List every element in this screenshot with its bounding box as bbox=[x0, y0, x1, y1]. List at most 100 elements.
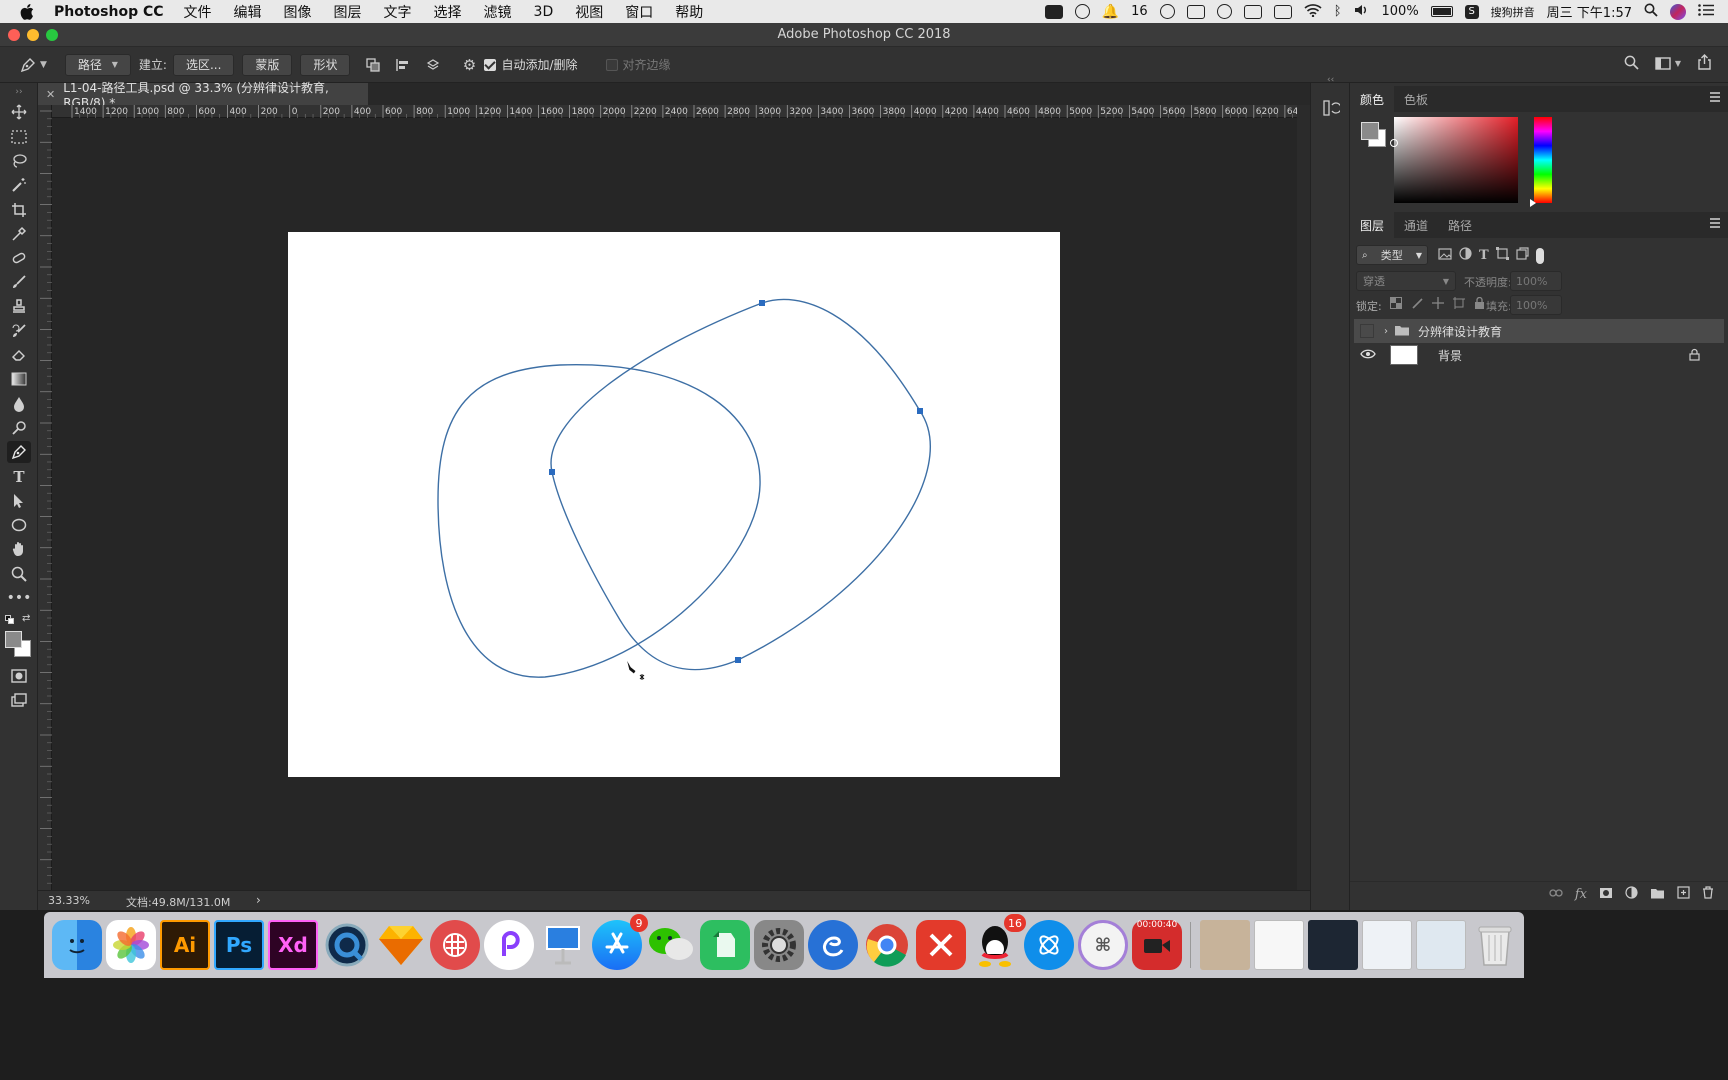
filter-type-icon[interactable]: T bbox=[1479, 248, 1489, 263]
hand-tool-icon[interactable] bbox=[7, 538, 31, 560]
new-layer-icon[interactable] bbox=[1677, 886, 1690, 903]
swap-colors-icon[interactable]: ⇄ bbox=[22, 613, 30, 624]
menu-window[interactable]: 窗口 bbox=[625, 2, 653, 22]
make-mask-button[interactable]: 蒙版 bbox=[242, 53, 293, 76]
collapse-toolbar-icon[interactable]: ›› bbox=[7, 87, 31, 97]
bluetooth-icon[interactable]: ᛒ bbox=[1334, 4, 1342, 19]
menu-image[interactable]: 图像 bbox=[284, 2, 312, 22]
vertical-ruler[interactable] bbox=[38, 105, 52, 890]
auto-add-delete-checkbox[interactable] bbox=[484, 58, 497, 71]
filter-adjustment-icon[interactable] bbox=[1459, 247, 1472, 264]
creative-cloud-icon[interactable] bbox=[1159, 4, 1175, 19]
dock-stack-screenshot-5[interactable] bbox=[1416, 920, 1466, 970]
make-selection-button[interactable]: 选区... bbox=[172, 53, 235, 76]
document-tab[interactable]: ✕ L1-04-路径工具.psd @ 33.3% (分辨律设计教育, RGB/8… bbox=[38, 81, 368, 110]
dock-finder-icon[interactable] bbox=[52, 920, 102, 970]
tab-channels[interactable]: 通道 bbox=[1394, 212, 1438, 238]
menu-view[interactable]: 视图 bbox=[575, 2, 603, 22]
history-brush-tool-icon[interactable] bbox=[7, 320, 31, 342]
dock-stack-screenshot-3[interactable] bbox=[1308, 920, 1358, 970]
make-shape-button[interactable]: 形状 bbox=[300, 53, 351, 76]
pen-tool-button[interactable] bbox=[7, 441, 31, 463]
collapse-panels-icon[interactable]: ‹‹ bbox=[1327, 75, 1334, 85]
crop-tool-icon[interactable] bbox=[7, 199, 31, 221]
magic-wand-tool-icon[interactable] bbox=[7, 174, 31, 196]
brush-tool-icon[interactable] bbox=[7, 271, 31, 293]
tab-swatches[interactable]: 色板 bbox=[1394, 86, 1438, 112]
tab-layers[interactable]: 图层 bbox=[1350, 212, 1395, 238]
battery-icon[interactable] bbox=[1430, 6, 1453, 17]
dock-picsart-icon[interactable] bbox=[484, 920, 534, 970]
screen-mode-icon[interactable] bbox=[7, 689, 31, 711]
dock-qq-icon[interactable]: 16 bbox=[970, 914, 1026, 970]
vertical-scrollbar[interactable] bbox=[1297, 105, 1310, 890]
history-panel-icon[interactable] bbox=[1322, 99, 1342, 121]
blur-tool-icon[interactable] bbox=[7, 393, 31, 415]
search-icon[interactable] bbox=[1624, 55, 1639, 73]
healing-brush-tool-icon[interactable] bbox=[7, 247, 31, 269]
siri-icon[interactable] bbox=[1670, 3, 1686, 20]
tool-preset-picker[interactable]: ▼ bbox=[20, 57, 47, 73]
grid-icon[interactable] bbox=[1273, 4, 1292, 19]
layer-name[interactable]: 分辨律设计教育 bbox=[1418, 323, 1502, 340]
hue-slider-handle[interactable] bbox=[1530, 199, 1536, 207]
adjustment-layer-icon[interactable] bbox=[1625, 886, 1638, 903]
workspace-switcher-icon[interactable]: ▼ bbox=[1655, 57, 1681, 70]
menu-edit[interactable]: 编辑 bbox=[234, 2, 262, 22]
layer-row-background[interactable]: 背景 bbox=[1354, 343, 1724, 367]
status-menu-arrow-icon[interactable]: › bbox=[256, 893, 261, 907]
opacity-field[interactable]: 100% bbox=[1510, 271, 1562, 291]
fill-field[interactable]: 100% bbox=[1510, 295, 1562, 315]
volume-icon[interactable] bbox=[1354, 3, 1370, 21]
menu-select[interactable]: 选择 bbox=[434, 2, 462, 22]
input-method-icon[interactable]: S bbox=[1464, 4, 1479, 19]
menu-file[interactable]: 文件 bbox=[184, 2, 212, 22]
dock-wps-icon[interactable] bbox=[916, 920, 966, 970]
link-layers-icon[interactable] bbox=[1549, 887, 1563, 902]
record-icon[interactable] bbox=[1216, 4, 1232, 19]
zoom-level[interactable]: 33.33% bbox=[48, 894, 90, 907]
dock-app-store-icon[interactable]: 9 bbox=[592, 914, 648, 970]
dock-photos-icon[interactable] bbox=[106, 920, 156, 970]
layer-style-icon[interactable]: fx bbox=[1575, 887, 1587, 902]
spotlight-search-icon[interactable] bbox=[1644, 3, 1658, 21]
layer-filter-select[interactable]: ⌕ 类型 ▼ bbox=[1356, 245, 1428, 265]
menu-3d[interactable]: 3D bbox=[534, 4, 554, 20]
lock-all-icon[interactable] bbox=[1474, 296, 1485, 313]
gear-icon[interactable]: ⚙ bbox=[458, 54, 480, 76]
zoom-tool-icon[interactable] bbox=[7, 563, 31, 585]
dock-wechat-icon[interactable] bbox=[646, 920, 696, 970]
delete-layer-icon[interactable] bbox=[1702, 886, 1714, 903]
dock-shortcuts-icon[interactable]: ⌘ bbox=[1078, 920, 1128, 970]
dock-stack-screenshot-2[interactable] bbox=[1254, 920, 1304, 970]
lock-position-icon[interactable] bbox=[1432, 297, 1444, 313]
default-colors-icon[interactable] bbox=[5, 615, 15, 625]
dock-keynote-icon[interactable] bbox=[538, 920, 588, 970]
panel-menu-icon[interactable] bbox=[1710, 218, 1720, 228]
foreground-color-swatch[interactable] bbox=[5, 631, 22, 648]
add-mask-icon[interactable] bbox=[1599, 887, 1613, 903]
new-group-icon[interactable] bbox=[1650, 887, 1665, 903]
quick-mask-icon[interactable] bbox=[7, 665, 31, 687]
blend-mode-select[interactable]: 穿透 ▼ bbox=[1356, 271, 1456, 291]
wifi-icon[interactable] bbox=[1304, 3, 1322, 21]
panel-menu-icon[interactable] bbox=[1710, 92, 1720, 102]
eraser-tool-icon[interactable] bbox=[7, 344, 31, 366]
dock-evernote-icon[interactable] bbox=[700, 920, 750, 970]
filter-smart-object-icon[interactable] bbox=[1516, 247, 1529, 264]
dock-illustrator-icon[interactable]: Ai bbox=[160, 920, 210, 970]
path-operations-icon[interactable] bbox=[362, 54, 384, 76]
dodge-tool-icon[interactable] bbox=[7, 417, 31, 439]
gradient-tool-icon[interactable] bbox=[7, 368, 31, 390]
path-selection-tool-icon[interactable] bbox=[7, 490, 31, 512]
align-edges-checkbox[interactable] bbox=[605, 58, 618, 71]
path-mode-select[interactable]: 路径 ▼ bbox=[64, 53, 131, 76]
ellipse-tool-icon[interactable] bbox=[7, 514, 31, 536]
tab-paths[interactable]: 路径 bbox=[1438, 212, 1482, 238]
tab-color[interactable]: 颜色 bbox=[1350, 86, 1395, 112]
color-picker-field[interactable] bbox=[1390, 117, 1518, 203]
lock-transparent-icon[interactable] bbox=[1390, 297, 1402, 313]
airplay-icon[interactable] bbox=[1186, 4, 1205, 19]
lock-pixels-icon[interactable] bbox=[1411, 297, 1423, 313]
command-key-icon[interactable] bbox=[1044, 4, 1063, 19]
